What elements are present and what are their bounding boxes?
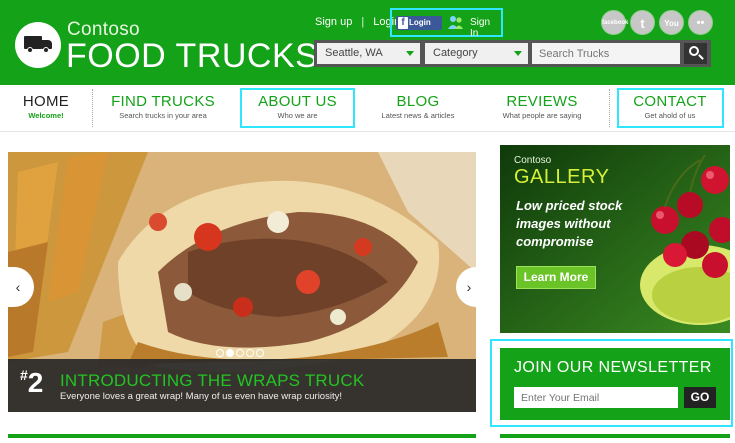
nav-subtitle: Welcome! — [28, 111, 64, 120]
nav-title: HOME — [22, 93, 70, 110]
slider-dot[interactable] — [246, 349, 254, 357]
category-select[interactable]: Category — [425, 43, 528, 64]
search-button[interactable] — [684, 43, 707, 64]
truck-logo-icon[interactable] — [15, 22, 61, 68]
slide-number: #2 — [20, 367, 44, 398]
slide-subtitle: Everyone loves a great wrap! Many of us … — [60, 391, 342, 402]
nav-title: REVIEWS — [506, 93, 578, 110]
hero-caption: #2 INTRODUCTING THE WRAPS TRUCK Everyone… — [8, 359, 476, 412]
sign-in-link[interactable]: Sign In — [470, 17, 501, 39]
hero-slider[interactable]: ‹ › #2 INTRODUCTING THE WRAPS TRUCK Ever… — [8, 152, 476, 412]
social-login-box: f Login Sign In — [390, 8, 503, 39]
chevron-left-icon: ‹ — [15, 279, 21, 295]
email-field[interactable] — [514, 387, 678, 408]
nav-subtitle: What people are saying — [502, 111, 582, 120]
slider-dot[interactable] — [236, 349, 244, 357]
link-separator: | — [361, 16, 365, 28]
slide-title[interactable]: INTRODUCTING THE WRAPS TRUCK — [60, 371, 364, 391]
site-header: Contoso FOOD TRUCKS Sign up | Login f Lo… — [0, 0, 735, 85]
slider-dot[interactable] — [256, 349, 264, 357]
nav-item-find-trucks[interactable]: FIND TRUCKS Search trucks in your area — [104, 85, 222, 120]
nav-item-home[interactable]: HOME Welcome! — [14, 85, 78, 120]
category-value: Category — [433, 47, 478, 59]
about-us-highlight — [240, 88, 355, 128]
brand-name-big[interactable]: FOOD TRUCKS — [66, 37, 318, 76]
twitter-icon[interactable]: t — [630, 10, 655, 35]
chevron-right-icon: › — [466, 279, 472, 295]
flickr-icon[interactable]: •• — [688, 10, 713, 35]
nav-subtitle: Search trucks in your area — [119, 111, 207, 120]
slider-dot[interactable] — [216, 349, 224, 357]
users-icon[interactable] — [448, 14, 464, 30]
ad-brand: Contoso — [514, 155, 552, 166]
contact-highlight — [617, 88, 724, 128]
location-select[interactable]: Seattle, WA — [317, 43, 420, 64]
footer-accent-left — [8, 434, 476, 438]
chevron-down-icon — [514, 51, 522, 56]
ad-title: GALLERY — [514, 166, 610, 188]
facebook-login-button[interactable]: f Login — [396, 16, 442, 30]
ad-tagline: Low priced stock images without compromi… — [516, 198, 623, 249]
youtube-icon[interactable]: You — [659, 10, 684, 35]
nav-title: FIND TRUCKS — [111, 93, 215, 110]
newsletter-box: JOIN OUR NEWSLETTER GO — [500, 348, 730, 420]
gallery-ad[interactable]: Contoso GALLERY Low priced stock images … — [500, 145, 730, 333]
nav-divider — [609, 89, 610, 127]
signup-link[interactable]: Sign up — [315, 16, 352, 28]
slider-dot[interactable] — [226, 349, 234, 357]
top-links: Sign up | Login — [315, 16, 400, 28]
nav-item-blog[interactable]: BLOG Latest news & articles — [368, 85, 468, 120]
footer-accent-right — [500, 434, 730, 438]
search-input[interactable] — [532, 43, 680, 64]
newsletter-title: JOIN OUR NEWSLETTER — [514, 359, 712, 376]
nav-divider — [92, 89, 93, 127]
facebook-icon[interactable]: facebook — [601, 10, 628, 35]
facebook-login-label: Login — [409, 18, 431, 27]
learn-more-button[interactable]: Learn More — [516, 266, 596, 289]
nav-subtitle: Latest news & articles — [381, 111, 455, 120]
location-value: Seattle, WA — [325, 47, 383, 59]
nav-item-reviews[interactable]: REVIEWS What people are saying — [486, 85, 598, 120]
go-button[interactable]: GO — [684, 387, 716, 408]
nav-title: BLOG — [396, 93, 440, 110]
chevron-down-icon — [406, 51, 414, 56]
facebook-icon: f — [398, 17, 408, 29]
